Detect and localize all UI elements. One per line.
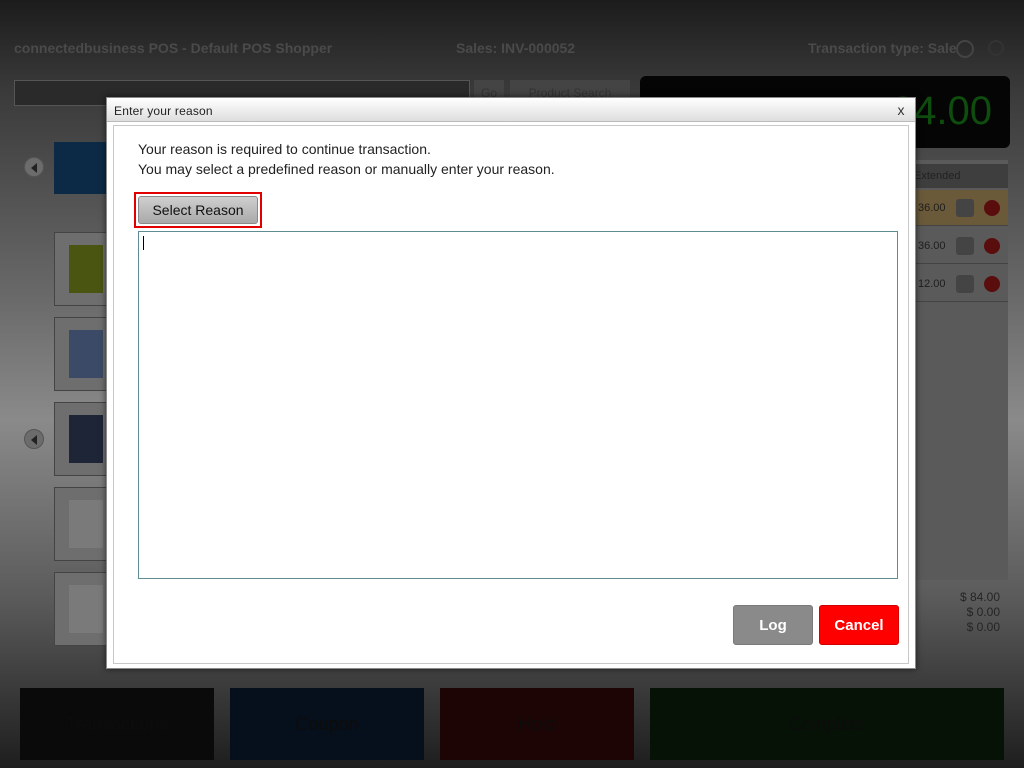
white-shirt-image bbox=[69, 585, 103, 633]
dialog-body: Your reason is required to continue tran… bbox=[113, 125, 909, 664]
hold-button: Hold bbox=[440, 688, 634, 760]
close-icon[interactable]: x bbox=[893, 102, 909, 118]
cart-row-amount: 12.00 bbox=[918, 278, 946, 290]
remove-icon bbox=[984, 238, 1000, 254]
complete-button: Complete bbox=[650, 688, 1004, 760]
transaction-type-icon bbox=[956, 40, 974, 58]
blue-shirt-image bbox=[69, 330, 103, 378]
dialog-title: Enter your reason bbox=[114, 104, 213, 118]
dialog-titlebar[interactable]: Enter your reason x bbox=[107, 98, 915, 122]
sales-invoice-label: Sales: INV-000052 bbox=[456, 40, 576, 56]
cart-row-amount: 36.00 bbox=[918, 240, 946, 252]
striped-shirt-image bbox=[69, 415, 103, 463]
settings-icon bbox=[988, 40, 1004, 56]
select-reason-highlight: Select Reason bbox=[134, 192, 262, 228]
cart-row-amount: 36.00 bbox=[918, 202, 946, 214]
cart-extended-header: Extended bbox=[900, 164, 1008, 188]
reason-required-message: Your reason is required to continue tran… bbox=[138, 141, 431, 157]
category-prev-arrow-icon bbox=[24, 157, 44, 177]
app-header: connectedbusiness POS - Default POS Shop… bbox=[0, 30, 1024, 66]
green-shirt-image bbox=[69, 245, 103, 293]
white-shirt-image bbox=[69, 500, 103, 548]
cart-row: 12.00 bbox=[900, 266, 1008, 302]
cart-row: 36.00 bbox=[900, 228, 1008, 264]
remove-icon bbox=[984, 276, 1000, 292]
reason-textarea[interactable] bbox=[138, 231, 898, 579]
text-caret bbox=[143, 236, 144, 250]
coupon-button: Coupon bbox=[230, 688, 424, 760]
reason-instructions-message: You may select a predefined reason or ma… bbox=[138, 161, 555, 177]
log-button[interactable]: Log bbox=[733, 605, 813, 645]
app-title: connectedbusiness POS - Default POS Shop… bbox=[14, 40, 333, 56]
list-icon bbox=[956, 275, 974, 293]
remove-icon bbox=[984, 200, 1000, 216]
transactions-button: Transactions bbox=[20, 688, 214, 760]
product-prev-arrow-icon bbox=[24, 429, 44, 449]
select-reason-button[interactable]: Select Reason bbox=[138, 196, 258, 224]
enter-reason-dialog: Enter your reason x Your reason is requi… bbox=[106, 97, 916, 669]
list-icon bbox=[956, 237, 974, 255]
list-icon bbox=[956, 199, 974, 217]
cart-row: 36.00 bbox=[900, 190, 1008, 226]
transaction-type-label: Transaction type: Sale bbox=[808, 40, 957, 56]
cancel-button[interactable]: Cancel bbox=[819, 605, 899, 645]
